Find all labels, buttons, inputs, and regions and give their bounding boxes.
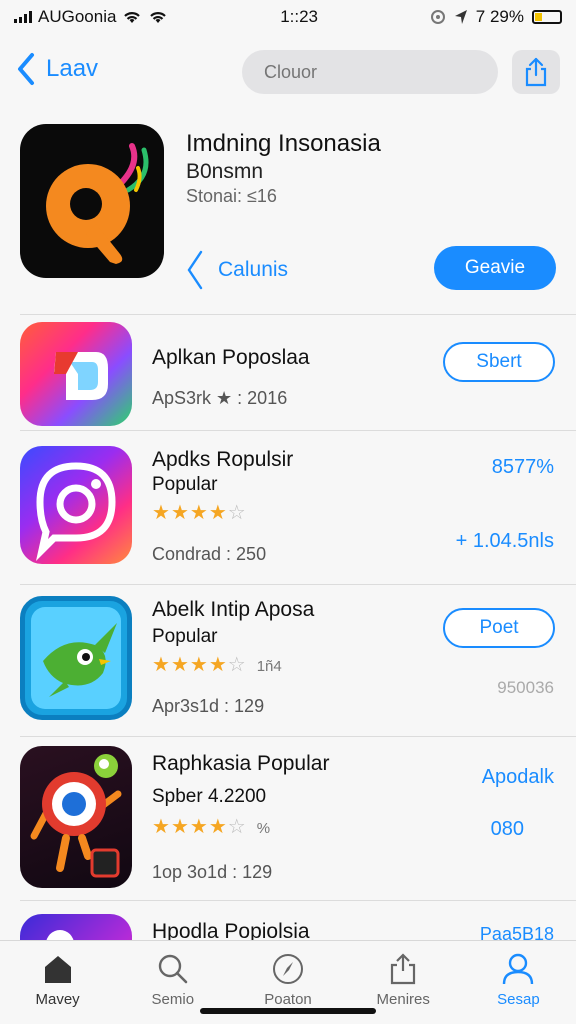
tab-label: Poaton — [264, 991, 312, 1008]
featured-app: Imdning Insonasia B0nsmn Stonai: ≤16 Cal… — [0, 122, 576, 312]
divider — [20, 900, 576, 901]
app-title: Raphkasia Popular — [152, 752, 330, 775]
chevron-left-icon — [18, 53, 34, 85]
star-icon: ★ — [189, 502, 209, 524]
app-stat: Paa5B18 — [479, 924, 554, 940]
app-stat-secondary[interactable]: + 1.04.5nls — [456, 530, 554, 553]
back-button[interactable]: Laav — [16, 52, 98, 86]
star-icon: ☆ — [227, 654, 247, 676]
star-icon: ★ — [189, 654, 209, 676]
rating-stars: ★★★★☆ 1ñ4 — [152, 652, 282, 677]
app-meta: ApS3rk ★ : 2016 — [152, 388, 288, 408]
location-icon — [454, 10, 467, 24]
carrier-name: AUGoonia — [38, 7, 117, 26]
app-title: Aplkan Poposlaa — [152, 346, 310, 369]
star-icon: ★ — [170, 816, 190, 838]
app-action-button[interactable]: Poet — [443, 608, 555, 648]
battery-percent: 7 29% — [475, 7, 524, 26]
app-stat-secondary: 950036 — [497, 678, 554, 697]
star-icon: ★ — [170, 502, 190, 524]
divider — [20, 314, 576, 315]
divider — [20, 584, 576, 585]
app-title: Apdks Ropulsir — [152, 448, 294, 471]
search-input[interactable] — [264, 61, 496, 83]
share-button[interactable] — [512, 50, 560, 94]
wifi-icon — [124, 12, 141, 23]
tab-account[interactable]: Sesap — [461, 941, 576, 1024]
featured-meta: Stonai: ≤16 — [186, 186, 277, 206]
star-icon: ★ — [170, 654, 190, 676]
app-meta: 1op 3o1d : 129 — [152, 862, 273, 882]
home-indicator[interactable] — [200, 1008, 376, 1014]
chevron-left-icon — [187, 250, 203, 290]
star-icon: ★ — [208, 502, 228, 524]
tab-today[interactable]: Mavey — [0, 941, 115, 1024]
star-icon: ★ — [208, 816, 228, 838]
featured-subtitle: B0nsmn — [186, 160, 264, 183]
app-action-button[interactable]: Sbert — [443, 342, 555, 382]
app-subtitle: Popular — [152, 474, 218, 495]
battery-icon — [531, 10, 562, 24]
back-label: Laav — [46, 55, 99, 82]
star-icon: ★ — [152, 654, 171, 676]
list-item[interactable]: Hpodla Popiolsia Paa5B18 — [0, 912, 576, 940]
app-icon[interactable] — [20, 446, 132, 564]
home-icon — [44, 956, 71, 983]
clock: 1::23 — [280, 7, 319, 26]
status-bar: AUGoonia 1::23 7 29% — [0, 0, 576, 34]
person-icon — [503, 953, 534, 985]
tab-label: Semio — [151, 991, 195, 1008]
wifi-icon — [150, 12, 167, 23]
tab-label: Menires — [376, 991, 430, 1008]
share-icon — [525, 57, 547, 87]
rating-stars: ★★★★☆ — [152, 500, 247, 525]
divider — [20, 430, 576, 431]
app-subtitle: Popular — [152, 626, 218, 647]
rating-note: % — [256, 820, 271, 837]
app-stat[interactable]: Apodalk — [482, 766, 554, 789]
rotation-lock-icon — [430, 10, 445, 24]
tab-label: Mavey — [35, 991, 80, 1008]
app-subtitle: Spber 4.2200 — [152, 786, 267, 807]
rating-note: 1ñ4 — [256, 658, 282, 675]
nav-bar: Laav — [0, 44, 576, 106]
star-icon: ☆ — [227, 816, 247, 838]
list-item[interactable]: Apdks Ropulsir Popular ★★★★☆ Condrad : 2… — [0, 444, 576, 580]
get-button[interactable]: Geavie — [434, 246, 556, 290]
list-item[interactable]: Aplkan Poposlaa ApS3rk ★ : 2016 Sbert — [0, 322, 576, 428]
compass-icon — [273, 954, 303, 984]
app-icon[interactable] — [20, 914, 132, 940]
star-icon: ★ — [152, 816, 171, 838]
featured-app-icon[interactable] — [20, 124, 164, 278]
star-icon: ☆ — [227, 502, 247, 524]
featured-title: Imdning Insonasia — [186, 130, 381, 157]
app-stat: 8577% — [491, 456, 554, 478]
app-icon[interactable] — [20, 596, 132, 720]
featured-link[interactable]: Calunis — [186, 248, 288, 292]
list-item[interactable]: Abelk Intip Aposa Popular ★★★★☆ 1ñ4 Apr3s… — [0, 594, 576, 730]
app-meta: Condrad : 250 — [152, 544, 267, 564]
app-meta: Apr3s1d : 129 — [152, 696, 265, 716]
search-field[interactable] — [242, 50, 498, 94]
share-icon — [391, 953, 416, 985]
signal-icon — [14, 11, 32, 23]
divider — [20, 736, 576, 737]
app-title: Hpodla Popiolsia — [152, 920, 310, 940]
tab-label: Sesap — [497, 991, 540, 1008]
star-icon: ★ — [189, 816, 209, 838]
app-stat-secondary: 080 — [490, 818, 524, 840]
rating-stars: ★★★★☆% — [152, 814, 270, 839]
app-title: Abelk Intip Aposa — [152, 598, 315, 621]
star-icon: ★ — [208, 654, 228, 676]
featured-link-label: Calunis — [218, 258, 289, 281]
list-item[interactable]: Raphkasia Popular Spber 4.2200 ★★★★☆% 1o… — [0, 746, 576, 892]
star-icon: ★ — [152, 502, 171, 524]
search-icon — [158, 954, 188, 984]
app-icon[interactable] — [20, 322, 132, 426]
app-icon[interactable] — [20, 746, 132, 888]
